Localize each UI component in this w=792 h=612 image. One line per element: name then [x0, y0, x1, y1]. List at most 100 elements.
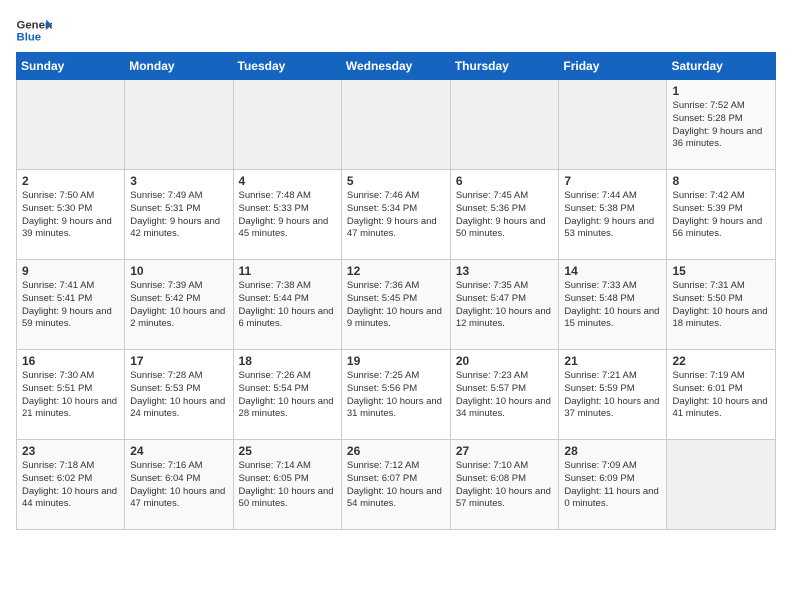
day-number: 18 [239, 354, 336, 368]
day-number: 17 [130, 354, 227, 368]
calendar-cell: 10Sunrise: 7:39 AM Sunset: 5:42 PM Dayli… [125, 260, 233, 350]
day-info: Sunrise: 7:10 AM Sunset: 6:08 PM Dayligh… [456, 460, 554, 511]
day-number: 19 [347, 354, 445, 368]
day-number: 22 [672, 354, 770, 368]
day-number: 8 [672, 174, 770, 188]
day-number: 23 [22, 444, 119, 458]
day-number: 5 [347, 174, 445, 188]
weekday-header-row: SundayMondayTuesdayWednesdayThursdayFrid… [17, 53, 776, 80]
day-info: Sunrise: 7:31 AM Sunset: 5:50 PM Dayligh… [672, 280, 770, 331]
weekday-header: Tuesday [233, 53, 341, 80]
day-number: 13 [456, 264, 554, 278]
calendar-week-row: 23 Sunrise: 7:18 AM Sunset: 6:02 PM Dayli… [17, 440, 776, 530]
calendar-cell: 24 Sunrise: 7:16 AM Sunset: 6:04 PM Dayli… [125, 440, 233, 530]
day-number: 2 [22, 174, 119, 188]
day-number: 15 [672, 264, 770, 278]
calendar-cell: 6Sunrise: 7:45 AM Sunset: 5:36 PM Daylig… [450, 170, 559, 260]
day-info: Sunrise: 7:42 AM Sunset: 5:39 PM Dayligh… [672, 190, 770, 241]
calendar-cell: 26 Sunrise: 7:12 AM Sunset: 6:07 PM Dayli… [341, 440, 450, 530]
weekday-header: Sunday [17, 53, 125, 80]
day-info: Sunrise: 7:14 AM Sunset: 6:05 PM Dayligh… [239, 460, 336, 511]
day-number: 24 [130, 444, 227, 458]
calendar-cell [125, 80, 233, 170]
calendar-cell: 23 Sunrise: 7:18 AM Sunset: 6:02 PM Dayli… [17, 440, 125, 530]
day-info: Sunrise: 7:50 AM Sunset: 5:30 PM Dayligh… [22, 190, 119, 241]
calendar-cell: 28Sunrise: 7:09 AM Sunset: 6:09 PM Dayli… [559, 440, 667, 530]
calendar-cell: 20 Sunrise: 7:23 AM Sunset: 5:57 PM Dayli… [450, 350, 559, 440]
weekday-header: Monday [125, 53, 233, 80]
day-info: Sunrise: 7:41 AM Sunset: 5:41 PM Dayligh… [22, 280, 119, 331]
day-number: 11 [239, 264, 336, 278]
day-info: Sunrise: 7:46 AM Sunset: 5:34 PM Dayligh… [347, 190, 445, 241]
logo-icon: General Blue [16, 16, 52, 44]
calendar-week-row: 2 Sunrise: 7:50 AM Sunset: 5:30 PM Daylig… [17, 170, 776, 260]
calendar-cell [450, 80, 559, 170]
calendar-cell: 15 Sunrise: 7:31 AM Sunset: 5:50 PM Dayli… [667, 260, 776, 350]
calendar-cell: 27 Sunrise: 7:10 AM Sunset: 6:08 PM Dayli… [450, 440, 559, 530]
day-info: Sunrise: 7:28 AM Sunset: 5:53 PM Dayligh… [130, 370, 227, 421]
day-info: Sunrise: 7:12 AM Sunset: 6:07 PM Dayligh… [347, 460, 445, 511]
calendar-cell: 19 Sunrise: 7:25 AM Sunset: 5:56 PM Dayli… [341, 350, 450, 440]
day-number: 12 [347, 264, 445, 278]
calendar-cell [17, 80, 125, 170]
day-number: 21 [564, 354, 661, 368]
day-info: Sunrise: 7:44 AM Sunset: 5:38 PM Dayligh… [564, 190, 661, 241]
calendar-cell: 2 Sunrise: 7:50 AM Sunset: 5:30 PM Daylig… [17, 170, 125, 260]
day-info: Sunrise: 7:48 AM Sunset: 5:33 PM Dayligh… [239, 190, 336, 241]
weekday-header: Thursday [450, 53, 559, 80]
calendar-cell: 11 Sunrise: 7:38 AM Sunset: 5:44 PM Dayli… [233, 260, 341, 350]
calendar-cell: 18 Sunrise: 7:26 AM Sunset: 5:54 PM Dayli… [233, 350, 341, 440]
day-number: 20 [456, 354, 554, 368]
calendar-cell: 12 Sunrise: 7:36 AM Sunset: 5:45 PM Dayli… [341, 260, 450, 350]
day-info: Sunrise: 7:23 AM Sunset: 5:57 PM Dayligh… [456, 370, 554, 421]
calendar-table: SundayMondayTuesdayWednesdayThursdayFrid… [16, 52, 776, 530]
day-number: 28 [564, 444, 661, 458]
calendar-cell: 8 Sunrise: 7:42 AM Sunset: 5:39 PM Daylig… [667, 170, 776, 260]
day-info: Sunrise: 7:19 AM Sunset: 6:01 PM Dayligh… [672, 370, 770, 421]
logo: General Blue [16, 16, 52, 44]
day-number: 27 [456, 444, 554, 458]
calendar-cell [667, 440, 776, 530]
day-info: Sunrise: 7:38 AM Sunset: 5:44 PM Dayligh… [239, 280, 336, 331]
day-info: Sunrise: 7:26 AM Sunset: 5:54 PM Dayligh… [239, 370, 336, 421]
day-info: Sunrise: 7:25 AM Sunset: 5:56 PM Dayligh… [347, 370, 445, 421]
weekday-header: Saturday [667, 53, 776, 80]
day-number: 26 [347, 444, 445, 458]
day-info: Sunrise: 7:18 AM Sunset: 6:02 PM Dayligh… [22, 460, 119, 511]
day-info: Sunrise: 7:35 AM Sunset: 5:47 PM Dayligh… [456, 280, 554, 331]
calendar-cell: 22 Sunrise: 7:19 AM Sunset: 6:01 PM Dayli… [667, 350, 776, 440]
svg-text:Blue: Blue [17, 32, 42, 44]
day-number: 6 [456, 174, 554, 188]
calendar-cell: 3Sunrise: 7:49 AM Sunset: 5:31 PM Daylig… [125, 170, 233, 260]
day-info: Sunrise: 7:52 AM Sunset: 5:28 PM Dayligh… [672, 100, 770, 151]
day-number: 9 [22, 264, 119, 278]
day-info: Sunrise: 7:33 AM Sunset: 5:48 PM Dayligh… [564, 280, 661, 331]
day-number: 3 [130, 174, 227, 188]
calendar-week-row: 1 Sunrise: 7:52 AM Sunset: 5:28 PM Daylig… [17, 80, 776, 170]
page-header: General Blue [16, 16, 776, 44]
calendar-cell: 9 Sunrise: 7:41 AM Sunset: 5:41 PM Daylig… [17, 260, 125, 350]
weekday-header: Friday [559, 53, 667, 80]
calendar-cell: 16Sunrise: 7:30 AM Sunset: 5:51 PM Dayli… [17, 350, 125, 440]
day-info: Sunrise: 7:21 AM Sunset: 5:59 PM Dayligh… [564, 370, 661, 421]
day-info: Sunrise: 7:36 AM Sunset: 5:45 PM Dayligh… [347, 280, 445, 331]
calendar-cell: 4 Sunrise: 7:48 AM Sunset: 5:33 PM Daylig… [233, 170, 341, 260]
calendar-cell: 25 Sunrise: 7:14 AM Sunset: 6:05 PM Dayli… [233, 440, 341, 530]
day-number: 14 [564, 264, 661, 278]
day-info: Sunrise: 7:30 AM Sunset: 5:51 PM Dayligh… [22, 370, 119, 421]
day-info: Sunrise: 7:16 AM Sunset: 6:04 PM Dayligh… [130, 460, 227, 511]
day-number: 1 [672, 84, 770, 98]
calendar-cell: 7Sunrise: 7:44 AM Sunset: 5:38 PM Daylig… [559, 170, 667, 260]
day-number: 4 [239, 174, 336, 188]
calendar-cell: 17 Sunrise: 7:28 AM Sunset: 5:53 PM Dayli… [125, 350, 233, 440]
calendar-week-row: 16Sunrise: 7:30 AM Sunset: 5:51 PM Dayli… [17, 350, 776, 440]
day-number: 25 [239, 444, 336, 458]
calendar-cell [559, 80, 667, 170]
day-info: Sunrise: 7:39 AM Sunset: 5:42 PM Dayligh… [130, 280, 227, 331]
calendar-cell [233, 80, 341, 170]
calendar-cell [341, 80, 450, 170]
calendar-cell: 1 Sunrise: 7:52 AM Sunset: 5:28 PM Daylig… [667, 80, 776, 170]
calendar-week-row: 9 Sunrise: 7:41 AM Sunset: 5:41 PM Daylig… [17, 260, 776, 350]
calendar-cell: 13 Sunrise: 7:35 AM Sunset: 5:47 PM Dayli… [450, 260, 559, 350]
calendar-cell: 5 Sunrise: 7:46 AM Sunset: 5:34 PM Daylig… [341, 170, 450, 260]
